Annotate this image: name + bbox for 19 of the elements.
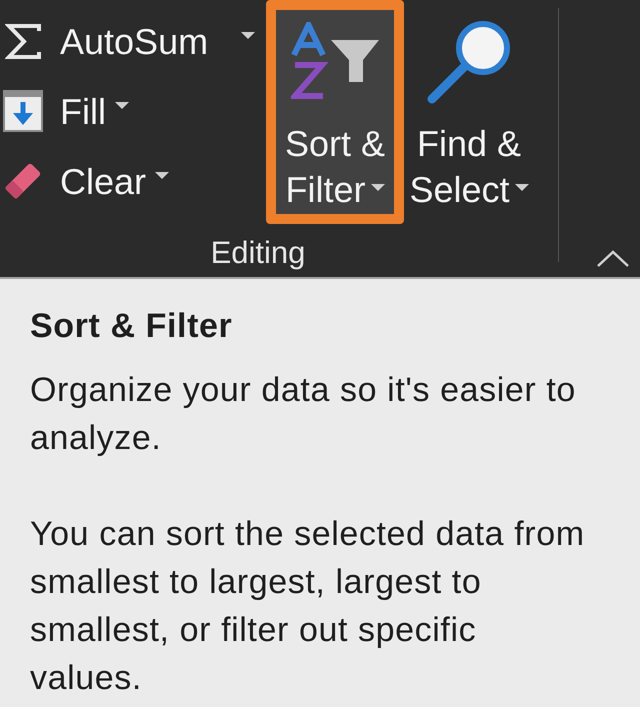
down-arrow-box-icon xyxy=(3,90,43,132)
tooltip-text: You can sort the selected data from smallest to largest, largest to smallest, or filter out specific values. xyxy=(30,514,585,699)
caret-icon xyxy=(241,32,256,38)
ribbon-button[interactable]: Fill xyxy=(3,83,133,139)
ribbon-large-button[interactable]: Find & Select xyxy=(404,0,534,224)
tooltip-title: Sort & Filter xyxy=(30,306,232,347)
caret-icon xyxy=(514,184,529,192)
ribbon-large-button[interactable]: Sort & Filter xyxy=(266,0,404,224)
caret-icon xyxy=(155,172,170,178)
search-icon xyxy=(425,20,513,104)
group-label: Editing xyxy=(210,234,306,272)
caret-icon xyxy=(114,102,129,108)
tooltip-text: Organize your data so it's easier to analyze. xyxy=(30,370,576,459)
ribbon-button[interactable]: AutoSum xyxy=(3,13,212,69)
sigma-icon xyxy=(4,22,42,60)
az-funnel-icon xyxy=(291,22,379,100)
chevron-up-icon[interactable] xyxy=(596,250,630,268)
ribbon-button[interactable]: Clear xyxy=(3,153,174,209)
caret-icon xyxy=(370,184,384,192)
